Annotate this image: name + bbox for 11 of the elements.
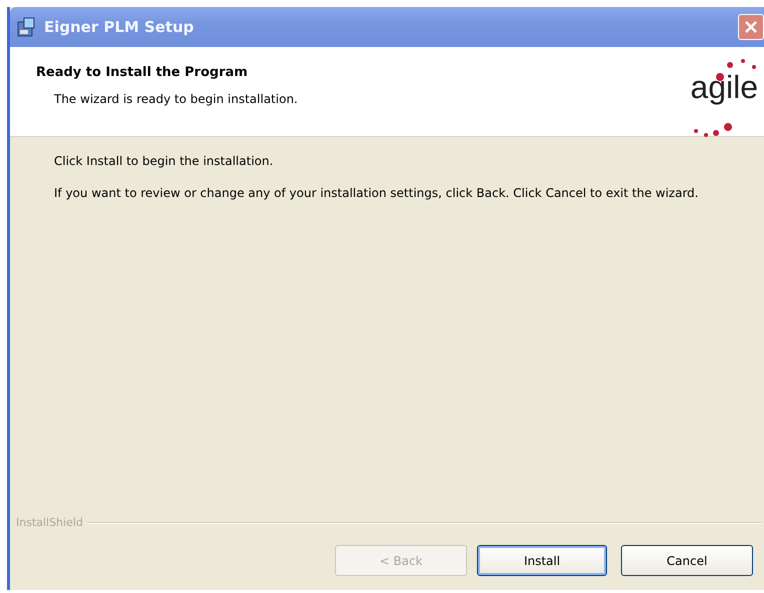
logo: agile [690,69,758,106]
page-subtitle: The wizard is ready to begin installation. [53,92,298,106]
instruction-text: Click Install to begin the installation. [54,153,274,169]
brand-label: InstallShield [16,516,83,529]
wizard-button[interactable]: Cancel [621,545,753,576]
window-title: Eigner PLM Setup [44,18,195,36]
close-icon [744,20,758,34]
close-button[interactable] [738,14,764,40]
instruction-text: If you want to review or change any of your installation settings, click Back. Click Cancel to exit the wizard. [54,185,700,201]
page-title: Ready to Install the Program [36,65,249,80]
wizard-button[interactable]: Install [477,545,607,576]
